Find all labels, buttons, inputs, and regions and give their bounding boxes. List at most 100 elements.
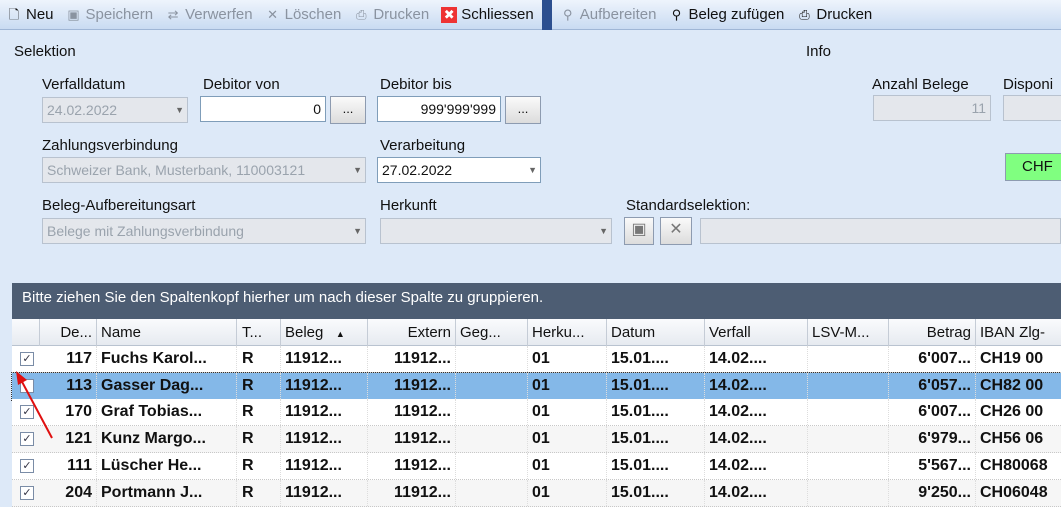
delete-selection-button[interactable]: ✕ xyxy=(660,217,692,245)
toolbar-verwerfen-button[interactable]: ⇄ Verwerfen xyxy=(159,1,259,29)
aufbereitungsart-combo[interactable]: Belege mit Zahlungsverbindung ▼ xyxy=(42,218,366,244)
debitor-bis-input[interactable]: 999'999'999 xyxy=(377,96,501,122)
anzahl-belege-label: Anzahl Belege xyxy=(872,76,969,93)
debitor-von-input[interactable]: 0 xyxy=(200,96,326,122)
table-cell: Kunz Margo... xyxy=(97,426,237,453)
table-row[interactable]: ✓ 204 Portmann J... R 11912... 11912... 01 15.0… xyxy=(12,479,1061,507)
table-cell: 15.01.... xyxy=(607,426,705,453)
delete-icon: ✕ xyxy=(267,6,279,22)
toolbar-neu-button[interactable]: 🗋 Neu xyxy=(0,1,60,29)
table-cell: 14.02.... xyxy=(705,346,808,372)
row-checkbox[interactable]: ✓ xyxy=(20,458,34,473)
column-header[interactable]: Geg... xyxy=(456,319,528,346)
table-cell: 15.01.... xyxy=(607,479,705,506)
verfalldatum-value: 24.02.2022 xyxy=(47,102,118,118)
row-checkbox[interactable]: ✓ xyxy=(20,352,34,366)
herkunft-combo[interactable]: ▼ xyxy=(380,218,612,244)
disponi-field xyxy=(1003,95,1061,121)
toolbar-beleg-zufügen-button[interactable]: ⚲ Beleg zufügen xyxy=(662,1,790,29)
verarbeitung-combo[interactable]: 27.02.2022 ▼ xyxy=(377,157,541,183)
table-cell: Gasser Dag... xyxy=(97,372,237,399)
table-cell xyxy=(808,452,889,479)
table-cell: CH80068 xyxy=(976,453,1061,479)
table-cell: R xyxy=(238,479,281,506)
new-document-icon: 🗋 xyxy=(8,6,20,22)
column-header-label: Extern xyxy=(407,324,451,341)
table-row[interactable]: ✓ 111 Lüscher He... R 11912... 11912... 01 15.0… xyxy=(12,452,1061,480)
delete-icon: ✕ xyxy=(669,221,683,238)
row-checkbox[interactable]: ✓ xyxy=(20,405,34,420)
toolbar-label: Verwerfen xyxy=(185,6,253,23)
column-header[interactable]: Betrag xyxy=(889,319,976,346)
column-header[interactable]: De... xyxy=(40,319,97,346)
close-icon: ✖ xyxy=(441,6,458,23)
table-cell: 11912... xyxy=(281,479,368,506)
toolbar-label: Aufbereiten xyxy=(579,6,657,23)
table-cell xyxy=(808,372,889,399)
row-checkbox[interactable]: ✓ xyxy=(20,485,34,500)
table-cell: R xyxy=(238,372,281,399)
column-header[interactable]: T... xyxy=(238,319,281,346)
table-row[interactable]: ✓ 121 Kunz Margo... R 11912... 11912... 01 15.0… xyxy=(12,426,1061,454)
toolbar-overflow-grip[interactable] xyxy=(541,0,552,30)
row-checkbox[interactable]: ✓ xyxy=(20,432,34,447)
table-cell xyxy=(456,346,528,372)
dropdown-arrow-icon: ▼ xyxy=(528,165,537,175)
table-cell: 6'979... xyxy=(889,426,976,453)
currency-button[interactable]: CHF xyxy=(1005,153,1061,181)
column-header[interactable]: Beleg ▲ xyxy=(281,319,368,346)
toolbar-label: Beleg zufügen xyxy=(688,6,785,23)
table-cell: 6'007... xyxy=(889,399,976,426)
table-cell: 14.02.... xyxy=(705,479,808,506)
toolbar-drucken-button[interactable]: ⎙ Drucken xyxy=(790,1,878,29)
column-header[interactable]: Name xyxy=(97,319,237,346)
disponi-label: Disponi xyxy=(1003,76,1054,93)
search-icon: ⚲ xyxy=(671,6,682,22)
toolbar-speichern-button[interactable]: ▣ Speichern xyxy=(60,1,160,29)
table-cell: 111 xyxy=(40,452,97,479)
column-header-label: Herku... xyxy=(532,324,585,341)
table-cell: 6'057... xyxy=(889,372,976,399)
table-row[interactable]: 113 Gasser Dag... R 11912... 11912... 01 15.01… xyxy=(11,371,1061,401)
table-cell: 170 xyxy=(40,399,97,426)
column-header[interactable]: LSV-M... xyxy=(808,319,889,346)
table-row[interactable]: ✓ 170 Graf Tobias... R 11912... 11912... 01 15.… xyxy=(12,399,1061,427)
zahlungsverbindung-combo[interactable]: Schweizer Bank, Musterbank, 110003121 ▼ xyxy=(42,157,366,183)
table-row[interactable]: ✓ 117 Fuchs Karol... R 11912... 11912... 01 15.… xyxy=(12,346,1061,373)
standardselektion-combo[interactable] xyxy=(700,218,1061,244)
debitor-von-browse-button[interactable]: ... xyxy=(330,96,366,124)
column-header[interactable]: Datum xyxy=(607,319,705,346)
debitor-bis-browse-button[interactable]: ... xyxy=(505,96,541,124)
save-icon: ▣ xyxy=(67,6,80,22)
table-cell: Lüscher He... xyxy=(97,452,237,479)
table-cell: 15.01.... xyxy=(607,452,705,479)
table-cell: 11912... xyxy=(368,452,456,479)
table-cell: 5'567... xyxy=(889,452,976,479)
row-checkbox[interactable] xyxy=(20,378,34,393)
verarbeitung-label: Verarbeitung xyxy=(380,137,466,154)
toolbar-aufbereiten-button[interactable]: ⚲ Aufbereiten xyxy=(554,1,663,29)
table-cell: CH06048 xyxy=(976,480,1061,506)
table-cell: 01 xyxy=(528,372,607,399)
column-header[interactable]: Herku... xyxy=(528,319,607,346)
toolbar-schliessen-button[interactable]: ✖ Schliessen xyxy=(435,1,540,29)
column-header-label: Name xyxy=(101,324,142,341)
column-header[interactable]: Verfall xyxy=(705,319,808,346)
table-cell: 15.01.... xyxy=(607,399,705,426)
column-header-label: De... xyxy=(60,324,92,341)
table-cell xyxy=(456,372,528,399)
toolbar: 🗋 Neu ▣ Speichern ⇄ Verwerfen ✕ Löschen ⎙ Drucken… xyxy=(0,0,1061,30)
standardselektion-label: Standardselektion: xyxy=(626,197,751,214)
column-header[interactable]: Extern xyxy=(368,319,456,346)
verfalldatum-combo[interactable]: 24.02.2022 ▼ xyxy=(42,97,188,123)
zahlungsverbindung-label: Zahlungsverbindung xyxy=(42,137,178,154)
toolbar-drucken-button[interactable]: ⎙ Drucken xyxy=(347,1,435,29)
column-header[interactable]: IBAN Zlg- xyxy=(976,319,1061,346)
grid-header: De... Name T... Beleg ▲ Extern Geg... Herku...… xyxy=(12,319,1061,346)
toolbar-löschen-button[interactable]: ✕ Löschen xyxy=(259,1,348,29)
debitor-von-label: Debitor von xyxy=(203,76,280,93)
toolbar-label: Drucken xyxy=(373,6,430,23)
save-selection-button[interactable]: ▣ xyxy=(624,217,654,245)
group-by-panel[interactable]: Bitte ziehen Sie den Spaltenkopf hierher… xyxy=(12,283,1061,319)
table-cell: 204 xyxy=(40,479,97,506)
